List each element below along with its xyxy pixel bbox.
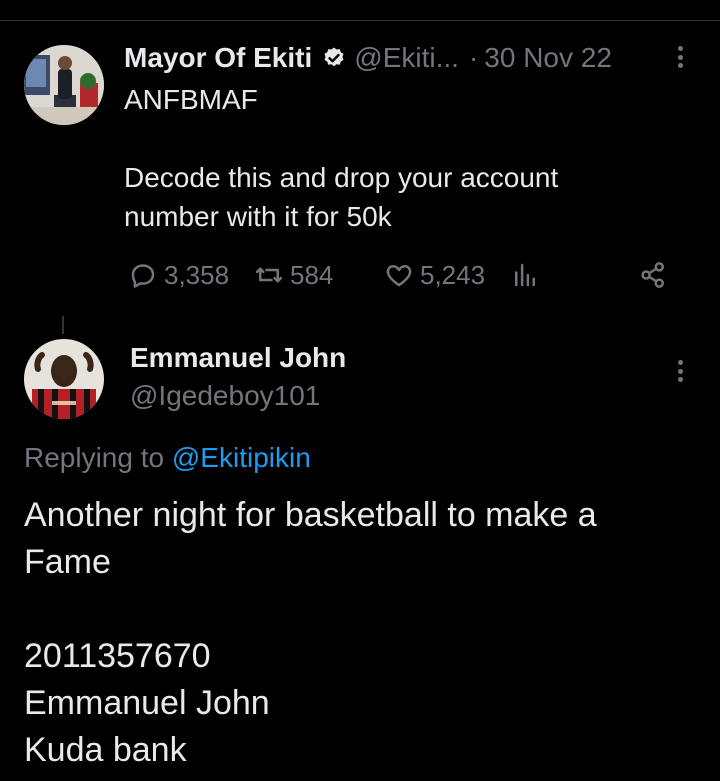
like-button[interactable]: 5,243 (384, 258, 485, 292)
tweet-header: Mayor Of Ekiti @Ekiti... · 30 Nov 22 (124, 40, 612, 76)
reply-button[interactable]: 3,358 (128, 258, 229, 292)
mention-link[interactable]: @Ekitipikin (172, 442, 311, 473)
like-count: 5,243 (420, 259, 486, 290)
retweet-icon (255, 267, 283, 283)
retweet-count: 584 (290, 259, 334, 290)
separator-dot: · (468, 42, 479, 73)
top-divider (0, 20, 720, 21)
tweet-text-line: ANFBMAF (124, 84, 258, 115)
author-handle[interactable]: @Igedeboy101 (130, 380, 320, 412)
reply-text-line: Another night for basketball to make a (24, 496, 597, 534)
author-handle[interactable]: @Ekiti... (354, 42, 459, 74)
share-button[interactable] (638, 258, 668, 292)
more-icon[interactable] (670, 356, 690, 386)
retweet-button[interactable]: 584 (254, 258, 333, 292)
tweet-text-line: number with it for 50k (124, 201, 392, 232)
thread-connector (62, 316, 64, 334)
verified-badge-icon (324, 47, 344, 67)
tweet-text-line: Decode this and drop your account (124, 162, 559, 193)
reply-text-line: Emmanuel John (24, 684, 270, 722)
analytics-icon (515, 263, 535, 287)
reply-text-line: 2011357670 (24, 637, 211, 675)
share-icon (641, 262, 664, 288)
author-name[interactable]: Mayor Of Ekiti (124, 42, 312, 74)
reply-count: 3,358 (164, 259, 230, 290)
like-icon (386, 265, 412, 287)
author-name[interactable]: Emmanuel John (130, 342, 346, 374)
replying-prefix: Replying to (24, 442, 165, 473)
reply-text-line: Kuda bank (24, 731, 187, 769)
replying-to: Replying to @Ekitipikin (24, 442, 311, 474)
more-icon[interactable] (670, 42, 690, 72)
tweet-actions: 3,358 584 5,243 (128, 258, 688, 292)
avatar-emmanuel-john[interactable] (24, 339, 104, 419)
tweet-date[interactable]: 30 Nov 22 (484, 42, 612, 74)
reply-icon (131, 264, 155, 288)
analytics-button[interactable] (510, 258, 540, 292)
reply-text-line: Fame (24, 543, 111, 581)
avatar-mayor-of-ekiti[interactable] (24, 45, 104, 125)
